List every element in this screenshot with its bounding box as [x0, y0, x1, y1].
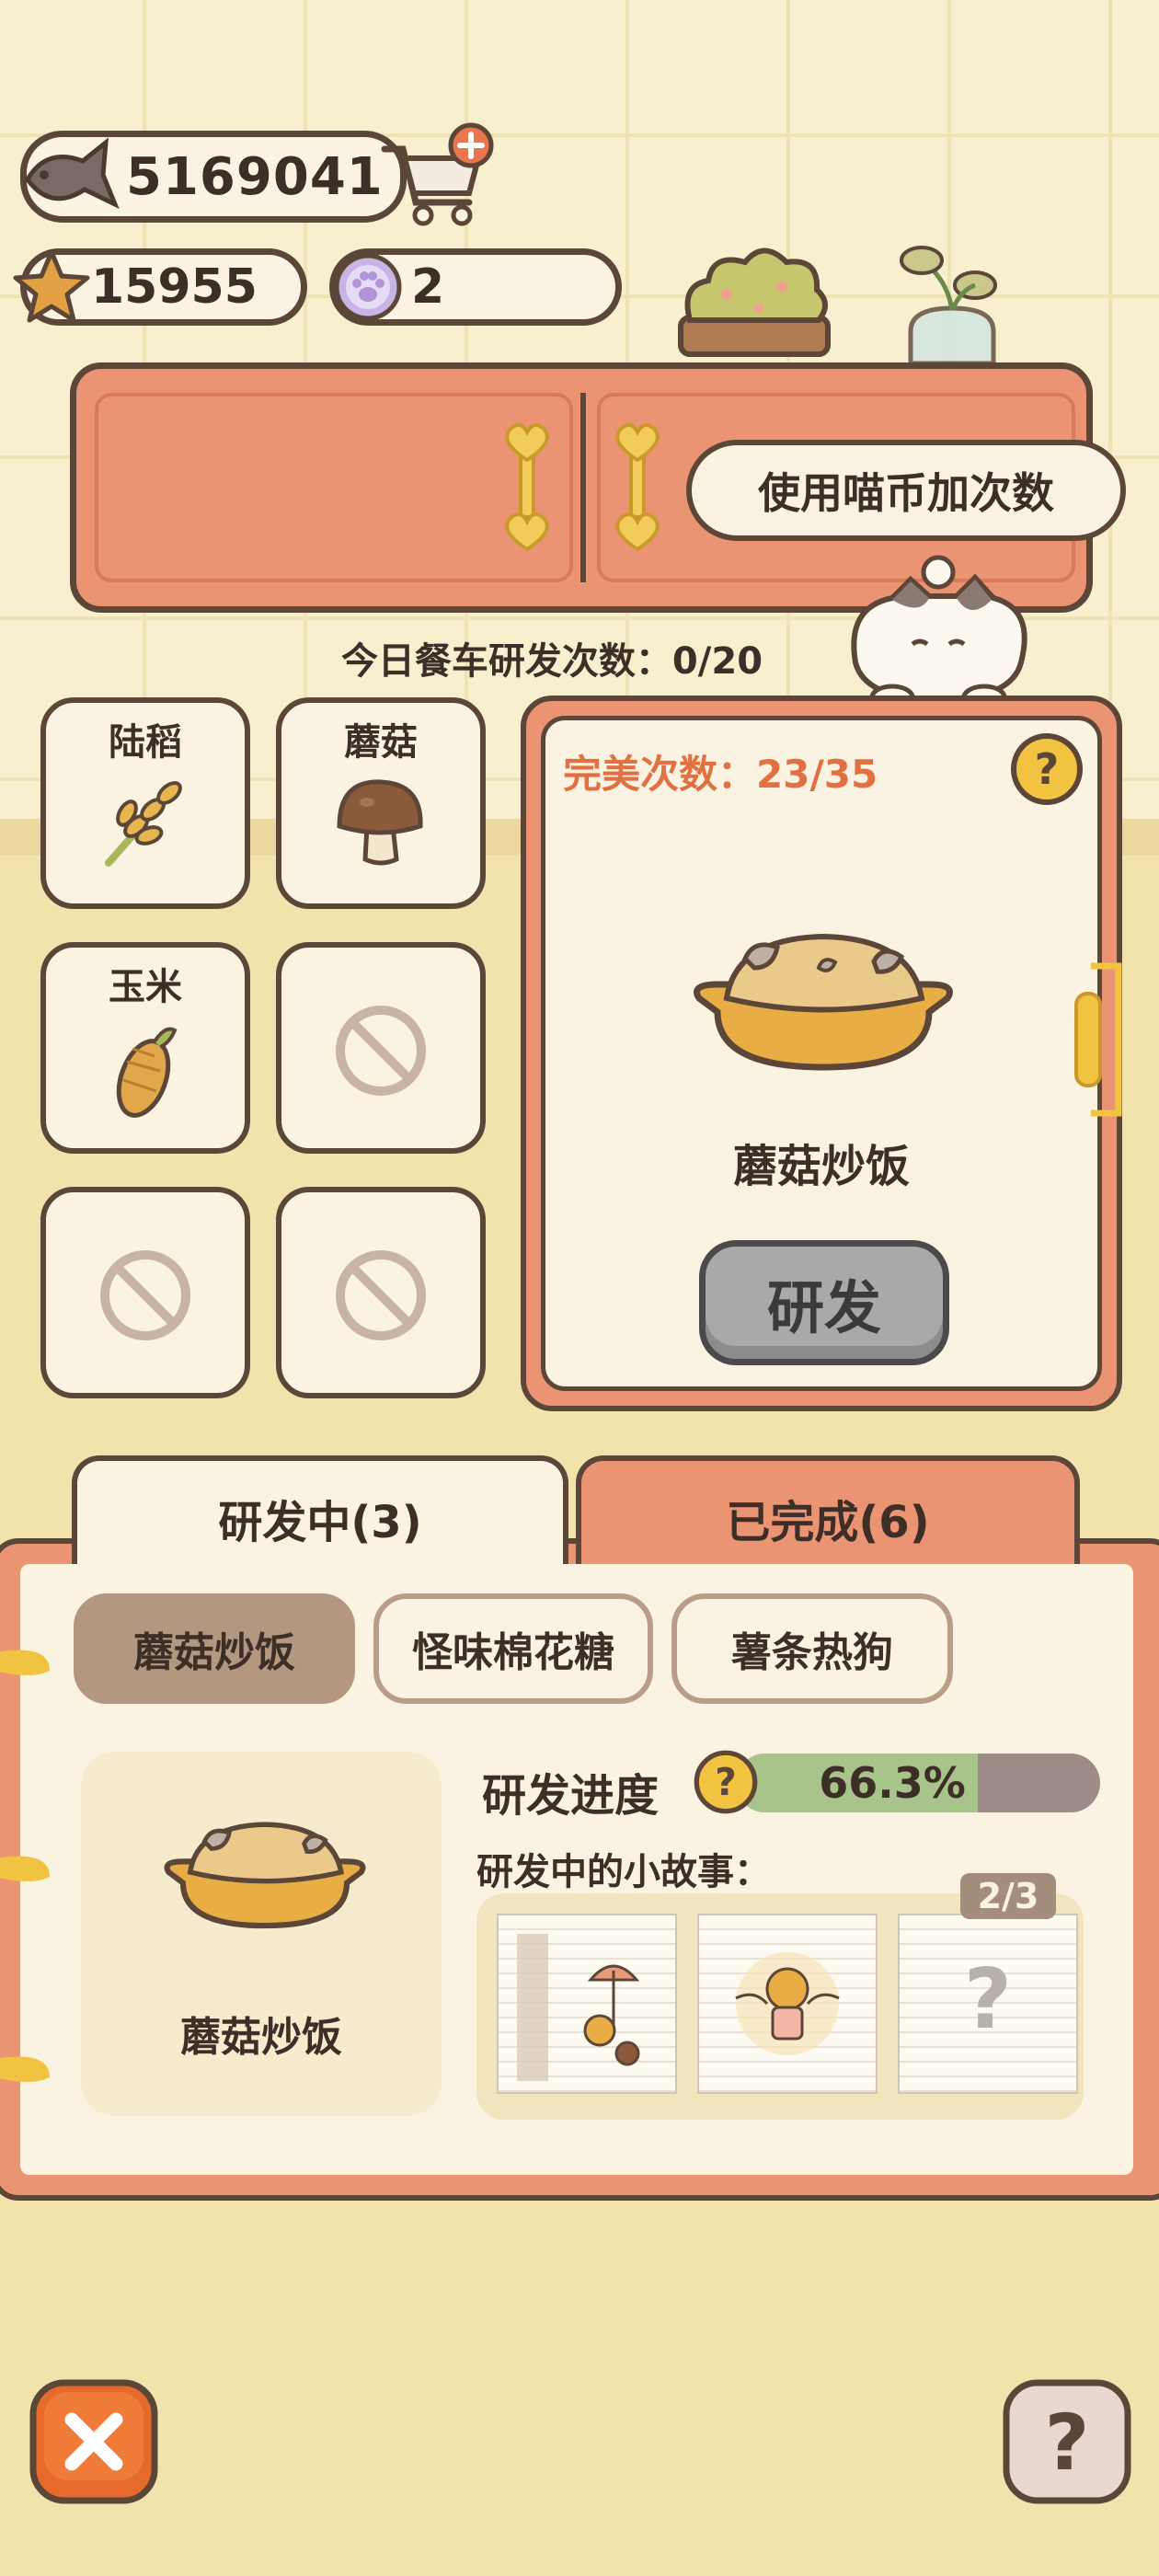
progress-label: 研发进度: [482, 1770, 660, 1822]
disabled-icon: [336, 1006, 426, 1096]
panel-clip-icon: [1074, 962, 1122, 1117]
disabled-icon: [336, 1250, 426, 1340]
cat-umbrella-story-icon: [517, 1934, 640, 2081]
research-button[interactable]: 研发: [699, 1240, 949, 1365]
question-mark-icon: ?: [964, 1951, 1012, 2048]
ingredient-slot-corn[interactable]: 玉米: [40, 942, 250, 1154]
perfect-help-icon[interactable]: ?: [1008, 730, 1085, 808]
close-button[interactable]: [28, 2377, 160, 2506]
daily-research-count: 今日餐车研发次数：0/20: [340, 640, 763, 683]
recipe-chip-fries-hotdog[interactable]: 薯条热狗: [671, 1593, 953, 1704]
ingredient-label: 玉米: [109, 966, 182, 1008]
mushroom-icon: [337, 779, 423, 866]
disabled-icon: [100, 1250, 190, 1340]
fish-coin-icon: [25, 137, 120, 210]
mushroom-fried-rice-dish-icon: [164, 1822, 366, 1929]
research-button-label: 研发: [766, 1274, 881, 1341]
story-label: 研发中的小故事：: [476, 1851, 771, 1893]
recipe-chip-mushroom-fried-rice[interactable]: 蘑菇炒饭: [74, 1593, 355, 1704]
coin-value: 5169041: [126, 146, 384, 207]
ingredient-slot-rice[interactable]: 陆稻: [40, 697, 250, 909]
chip-label: 蘑菇炒饭: [133, 1629, 295, 1676]
help-icon: ?: [1045, 2398, 1090, 2488]
svg-text:?: ?: [964, 1951, 1012, 2048]
story-card-locked[interactable]: ?: [898, 1914, 1078, 2094]
bubble-text: 使用喵币加次数: [758, 468, 1054, 518]
story-card-1[interactable]: [497, 1914, 677, 2094]
star-value: 15955: [91, 259, 258, 315]
recipe-chip-weird-marshmallow[interactable]: 怪味棉花糖: [373, 1593, 653, 1704]
tab-completed[interactable]: 已完成(6): [576, 1455, 1080, 1575]
tab-in-progress[interactable]: 研发中(3): [72, 1455, 568, 1575]
tab-label: 研发中(3): [218, 1497, 422, 1548]
lemon-slice-icon: [0, 2056, 50, 2082]
add-attempts-bubble[interactable]: 使用喵币加次数: [686, 440, 1126, 541]
ingredient-slot-locked: [40, 1187, 250, 1398]
ingredient-slot-locked: [276, 942, 486, 1154]
tab-label: 已完成(6): [726, 1497, 930, 1548]
progress-help-icon[interactable]: ?: [692, 1748, 760, 1816]
rice-icon: [105, 781, 182, 867]
progress-value: 66.3%: [819, 1758, 966, 1808]
story-count-badge: 2/3: [960, 1873, 1056, 1919]
ingredient-slot-mushroom[interactable]: 蘑菇: [276, 697, 486, 909]
ingredient-slot-locked: [276, 1187, 486, 1398]
svg-text:?: ?: [1035, 744, 1060, 794]
star-icon: [13, 249, 90, 323]
mushroom-fried-rice-dish-icon: [694, 933, 953, 1071]
cat-chef-story-icon: [735, 1952, 840, 2055]
vase-plant-icon: [900, 246, 997, 366]
lemon-slice-icon: [0, 1650, 50, 1675]
svg-text:?: ?: [715, 1760, 737, 1804]
potted-plant-icon: [678, 247, 831, 357]
chip-label: 薯条热狗: [731, 1629, 893, 1676]
chef-cat-icon: [851, 555, 1027, 711]
paw-token-icon: [334, 253, 402, 321]
ingredient-label: 蘑菇: [344, 721, 418, 764]
shop-cart-icon[interactable]: [377, 121, 495, 230]
lemon-slice-icon: [0, 1856, 50, 1881]
story-strip: ?: [476, 1893, 1084, 2120]
corn-icon: [116, 1027, 178, 1118]
paw-value: 2: [411, 259, 445, 315]
chip-label: 怪味棉花糖: [412, 1629, 614, 1676]
selected-dish-name: 蘑菇炒饭: [180, 2014, 342, 2061]
perfect-count: 完美次数：23/35: [563, 752, 878, 797]
story-card-2[interactable]: [697, 1914, 878, 2094]
panel-dish-name: 蘑菇炒饭: [732, 1141, 910, 1192]
heart-handles-icon: [505, 422, 660, 552]
help-button[interactable]: ?: [1001, 2377, 1133, 2506]
ingredient-label: 陆稻: [109, 721, 182, 764]
